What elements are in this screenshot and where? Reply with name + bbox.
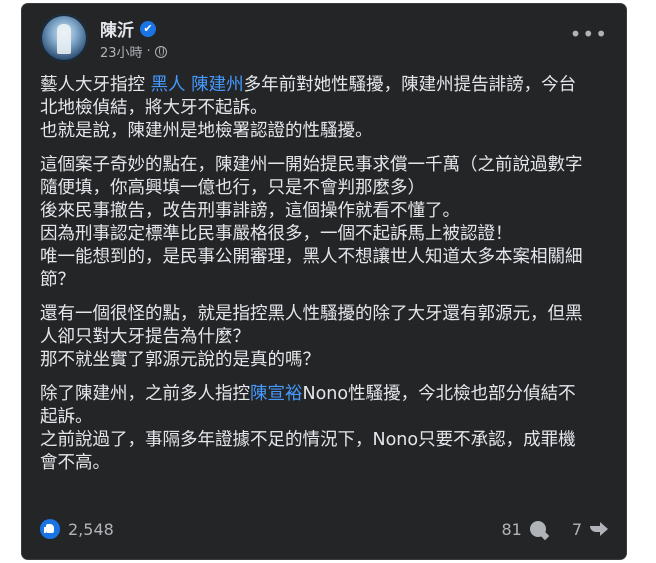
text-segment: 多年前對她性騷擾，陳建州提告誹謗，今台 bbox=[243, 75, 577, 95]
tag-link-chen-xuanyu[interactable]: 陳宣裕 bbox=[250, 384, 303, 404]
like-icon bbox=[40, 519, 60, 539]
text-line: 唯一能想到的，是民事公開審理，黑人不想讓世人知道太多本案相關細 bbox=[40, 247, 583, 267]
text-line: 那不就坐實了郭源元說的是真的嗎？ bbox=[40, 350, 320, 370]
comment-count[interactable]: 81 bbox=[501, 520, 521, 539]
text-line: 藝人大牙指控 黑人 陳建州多年前對她性騷擾，陳建州提告誹謗，今台 bbox=[40, 74, 608, 97]
post-body: 藝人大牙指控 黑人 陳建州多年前對她性騷擾，陳建州提告誹謗，今台 北地檢偵結，將… bbox=[40, 74, 608, 486]
post-header: 陳沂 ✔ 23小時 · ••• bbox=[40, 14, 612, 66]
text-line: 隨便填，你高興填一億也行，只是不會判那麼多） bbox=[40, 178, 425, 198]
avatar-figure bbox=[57, 24, 71, 54]
like-count: 2,548 bbox=[68, 519, 114, 539]
text-line: 起訴。 bbox=[40, 407, 93, 427]
author-name-row: 陳沂 ✔ bbox=[100, 16, 156, 41]
tag-link-chen-jianzhou[interactable]: 陳建州 bbox=[191, 75, 244, 95]
text-segment: Nono性騷擾，今北檢也部分偵結不 bbox=[302, 384, 576, 404]
text-line: 後來民事撤告，改告刑事誹謗，這個操作就看不懂了。 bbox=[40, 201, 460, 221]
text-line: 北地檢偵結，將大牙不起訴。 bbox=[40, 98, 268, 118]
text-line: 會不高。 bbox=[40, 453, 110, 473]
text-line: 人卻只對大牙提告為什麼？ bbox=[40, 327, 250, 347]
meta-separator: · bbox=[146, 44, 151, 59]
text-line: 因為刑事認定標準比民事嚴格很多，一個不起訴馬上被認證！ bbox=[40, 224, 513, 244]
text-line: 還有一個很怪的點，就是指控黑人性騷擾的除了大牙還有郭源元，但黑 bbox=[40, 304, 583, 324]
text-line: 之前說過了，事隔多年證據不足的情況下，Nono只要不承認，成罪機 bbox=[40, 430, 576, 450]
share-count[interactable]: 7 bbox=[572, 520, 582, 539]
text-line: 除了陳建州，之前多人指控陳宣裕Nono性騷擾，今北檢也部分偵結不 bbox=[40, 383, 608, 406]
author-name[interactable]: 陳沂 bbox=[100, 16, 134, 41]
comment-icon[interactable] bbox=[529, 521, 546, 537]
text-line: 也就是說，陳建州是地檢署認證的性騷擾。 bbox=[40, 121, 373, 141]
author-avatar[interactable] bbox=[40, 14, 88, 62]
paragraph-1: 藝人大牙指控 黑人 陳建州多年前對她性騷擾，陳建州提告誹謗，今台 北地檢偵結，將… bbox=[40, 74, 608, 143]
engagement-counts: 81 7 bbox=[501, 520, 608, 539]
reactions-summary[interactable]: 2,548 bbox=[40, 519, 114, 539]
paragraph-3: 還有一個很怪的點，就是指控黑人性騷擾的除了大牙還有郭源元，但黑 人卻只對大牙提告… bbox=[40, 303, 608, 372]
paragraph-2: 這個案子奇妙的點在，陳建州一開始提民事求償一千萬（之前說過數字 隨便填，你高興填… bbox=[40, 154, 608, 292]
text-line: 這個案子奇妙的點在，陳建州一開始提民事求償一千萬（之前說過數字 bbox=[40, 155, 583, 175]
text-segment: 藝人大牙指控 bbox=[40, 75, 151, 95]
more-options-icon[interactable]: ••• bbox=[570, 22, 608, 46]
post-footer: 2,548 81 7 bbox=[40, 515, 608, 543]
verified-badge-icon: ✔ bbox=[140, 20, 156, 37]
globe-icon[interactable] bbox=[154, 45, 167, 58]
post-time[interactable]: 23小時 bbox=[100, 42, 143, 61]
share-icon[interactable] bbox=[590, 521, 608, 537]
text-segment: 除了陳建州，之前多人指控 bbox=[40, 384, 250, 404]
post-card: 陳沂 ✔ 23小時 · ••• 藝人大牙指控 黑人 陳建州多年前對她性騷擾，陳建… bbox=[22, 4, 626, 559]
post-meta: 23小時 · bbox=[100, 42, 167, 61]
paragraph-4: 除了陳建州，之前多人指控陳宣裕Nono性騷擾，今北檢也部分偵結不 起訴。 之前說… bbox=[40, 383, 608, 475]
tag-link-heiren[interactable]: 黑人 bbox=[151, 75, 186, 95]
text-line: 節？ bbox=[40, 270, 75, 290]
